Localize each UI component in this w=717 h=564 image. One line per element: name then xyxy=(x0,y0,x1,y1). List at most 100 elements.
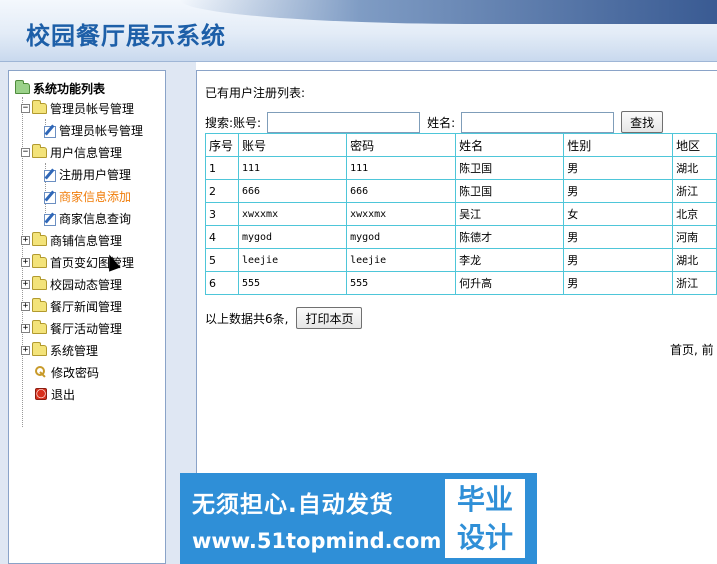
menu-shop-info[interactable]: + 商铺信息管理 xyxy=(15,229,165,251)
tree-root[interactable]: 系统功能列表 xyxy=(15,79,165,97)
cell-index: 5 xyxy=(205,248,239,272)
menu-change-password[interactable]: 修改密码 xyxy=(15,361,165,383)
menu-registered-users[interactable]: 注册用户管理 xyxy=(15,163,165,185)
cell-gender: 男 xyxy=(563,156,674,180)
cell-region: 湖北 xyxy=(672,248,717,272)
menu-restaurant-events[interactable]: + 餐厅活动管理 xyxy=(15,317,165,339)
cell-name: 李龙 xyxy=(455,248,565,272)
cell-region: 北京 xyxy=(672,202,717,226)
cell-name: 陈德才 xyxy=(455,225,565,249)
cell-account: leejie xyxy=(237,248,348,272)
expand-icon[interactable]: + xyxy=(21,345,30,355)
folder-icon xyxy=(32,231,47,246)
cell-password: xwxxmx xyxy=(346,202,457,226)
table-row[interactable]: 4 mygod mygod 陈德才 男 河南 xyxy=(205,225,717,249)
menu-admin-account[interactable]: − 管理员帐号管理 xyxy=(15,97,165,119)
menu-label: 用户信息管理 xyxy=(50,145,123,160)
expand-icon[interactable]: + xyxy=(21,323,30,333)
menu-add-merchant[interactable]: 商家信息添加 xyxy=(15,185,165,207)
col-index: 序号 xyxy=(205,133,239,157)
table-row[interactable]: 1 111 111 陈卫国 男 湖北 xyxy=(205,156,717,180)
cell-index: 1 xyxy=(205,156,239,180)
cell-gender: 男 xyxy=(563,271,674,295)
col-gender: 性别 xyxy=(563,133,674,157)
cell-name: 吴江 xyxy=(455,202,565,226)
folder-icon xyxy=(32,319,47,334)
menu-label: 系统管理 xyxy=(50,343,99,358)
menu-label: 餐厅新闻管理 xyxy=(50,299,123,314)
app-title: 校园餐厅展示系统 xyxy=(26,22,226,50)
menu-label: 管理员帐号管理 xyxy=(50,101,135,116)
menu-label: 管理员帐号管理 xyxy=(59,123,144,138)
account-label: 搜索:账号: xyxy=(205,115,262,130)
menu-user-info[interactable]: − 用户信息管理 xyxy=(15,141,165,163)
tree-root-label: 系统功能列表 xyxy=(33,81,106,96)
collapse-icon[interactable]: − xyxy=(21,103,30,113)
expand-icon[interactable]: + xyxy=(21,235,30,245)
print-page-button[interactable]: 打印本页 xyxy=(296,307,363,329)
menu-label: 商家信息查询 xyxy=(59,211,132,226)
name-search-input[interactable] xyxy=(461,111,615,133)
menu-campus-news[interactable]: + 校园动态管理 xyxy=(15,273,165,295)
edit-page-icon xyxy=(43,212,56,226)
key-icon xyxy=(35,366,47,378)
menu-label: 商铺信息管理 xyxy=(50,233,123,248)
folder-open-icon xyxy=(15,79,30,94)
record-count: 以上数据共6条, xyxy=(205,311,289,326)
menu-system-admin[interactable]: + 系统管理 xyxy=(15,339,165,361)
expand-icon[interactable]: + xyxy=(21,301,30,311)
menu-label: 餐厅活动管理 xyxy=(50,321,123,336)
exit-icon: ◯ xyxy=(35,388,47,400)
cell-password: leejie xyxy=(346,248,457,272)
menu-admin-account-manage[interactable]: 管理员帐号管理 xyxy=(15,119,165,141)
menu-logout[interactable]: ◯ 退出 xyxy=(15,383,165,405)
account-search-input[interactable] xyxy=(267,111,421,133)
folder-icon xyxy=(32,143,47,158)
list-title: 已有用户注册列表: xyxy=(205,86,306,100)
cell-account: 666 xyxy=(237,179,348,203)
table-row[interactable]: 5 leejie leejie 李龙 男 湖北 xyxy=(205,248,717,272)
watermark-badge: 毕业 设计 xyxy=(445,479,525,558)
table-row[interactable]: 6 555 555 何升高 男 浙江 xyxy=(205,271,717,295)
expand-icon[interactable]: + xyxy=(21,279,30,289)
expand-icon[interactable]: + xyxy=(21,257,30,267)
edit-page-icon xyxy=(43,190,56,204)
table-header-row: 序号 账号 密码 姓名 性别 地区 xyxy=(205,133,717,157)
cell-region: 浙江 xyxy=(672,179,717,203)
watermark-text: 无须担心.自动发货 www.51topmind.com xyxy=(180,473,445,564)
cell-name: 何升高 xyxy=(455,271,565,295)
menu-banner-images[interactable]: + 首页变幻图管理 xyxy=(15,251,165,273)
badge-line1: 毕业 xyxy=(456,482,513,516)
cell-index: 6 xyxy=(205,271,239,295)
table-footer: 以上数据共6条, 打印本页 xyxy=(205,307,363,329)
collapse-icon[interactable]: − xyxy=(21,147,30,157)
user-table: 序号 账号 密码 姓名 性别 地区 1 111 111 陈卫国 男 湖北 2 6… xyxy=(205,133,717,295)
cell-account: 555 xyxy=(237,271,348,295)
name-label: 姓名: xyxy=(427,115,456,130)
pagination[interactable]: 首页, 前 xyxy=(670,341,714,358)
cell-account: xwxxmx xyxy=(237,202,348,226)
cell-name: 陈卫国 xyxy=(455,179,565,203)
cell-region: 浙江 xyxy=(672,271,717,295)
cell-gender: 男 xyxy=(563,248,674,272)
folder-icon xyxy=(32,99,47,114)
table-row[interactable]: 2 666 666 陈卫国 男 浙江 xyxy=(205,179,717,203)
watermark-banner: 无须担心.自动发货 www.51topmind.com 毕业 设计 xyxy=(180,473,537,564)
edit-page-icon xyxy=(43,124,56,138)
search-bar: 搜索:账号: 姓名: 查找 xyxy=(205,111,664,133)
cell-name: 陈卫国 xyxy=(455,156,565,180)
menu-query-merchant[interactable]: 商家信息查询 xyxy=(15,207,165,229)
cell-index: 2 xyxy=(205,179,239,203)
cell-region: 河南 xyxy=(672,225,717,249)
cell-index: 4 xyxy=(205,225,239,249)
col-name: 姓名 xyxy=(455,133,565,157)
search-button[interactable]: 查找 xyxy=(621,111,664,133)
cell-gender: 男 xyxy=(563,179,674,203)
menu-label: 退出 xyxy=(51,387,76,402)
menu-label: 注册用户管理 xyxy=(59,167,132,182)
cell-password: 555 xyxy=(346,271,457,295)
menu-restaurant-news[interactable]: + 餐厅新闻管理 xyxy=(15,295,165,317)
table-row[interactable]: 3 xwxxmx xwxxmx 吴江 女 北京 xyxy=(205,202,717,226)
cell-gender: 女 xyxy=(563,202,674,226)
cell-password: 111 xyxy=(346,156,457,180)
